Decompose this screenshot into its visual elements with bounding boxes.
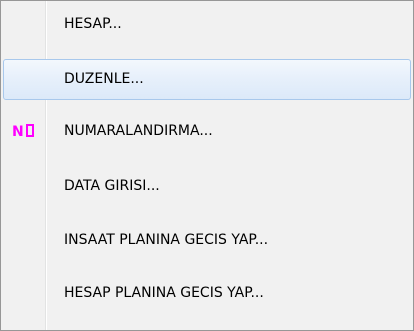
menu-item-numaralandirma[interactable]: N NUMARALANDIRMA...	[3, 111, 411, 152]
menu-item-label: INSAAT PLANINA GECIS YAP...	[64, 232, 269, 248]
menu-item-label: NUMARALANDIRMA...	[64, 123, 213, 139]
menu-item-label: HESAP PLANINA GECIS YAP...	[64, 285, 264, 301]
numbering-icon-box	[25, 124, 34, 137]
context-menu: HESAP... DUZENLE... N NUMARALANDIRMA... …	[0, 0, 414, 331]
menu-item-label: DUZENLE...	[64, 71, 144, 87]
menu-item-insaat-planina-gecis[interactable]: INSAAT PLANINA GECIS YAP...	[3, 220, 411, 261]
menu-item-data-girisi[interactable]: DATA GIRISI...	[3, 166, 411, 207]
menu-item-hesap-planina-gecis[interactable]: HESAP PLANINA GECIS YAP...	[3, 273, 411, 314]
menu-item-hesap[interactable]: HESAP...	[3, 4, 411, 45]
numbering-icon-letter: N	[12, 124, 25, 140]
numbering-icon: N	[12, 122, 34, 142]
menu-item-label: DATA GIRISI...	[64, 178, 160, 194]
menu-item-label: HESAP...	[64, 16, 122, 32]
menu-item-duzenle[interactable]: DUZENLE...	[3, 59, 411, 100]
